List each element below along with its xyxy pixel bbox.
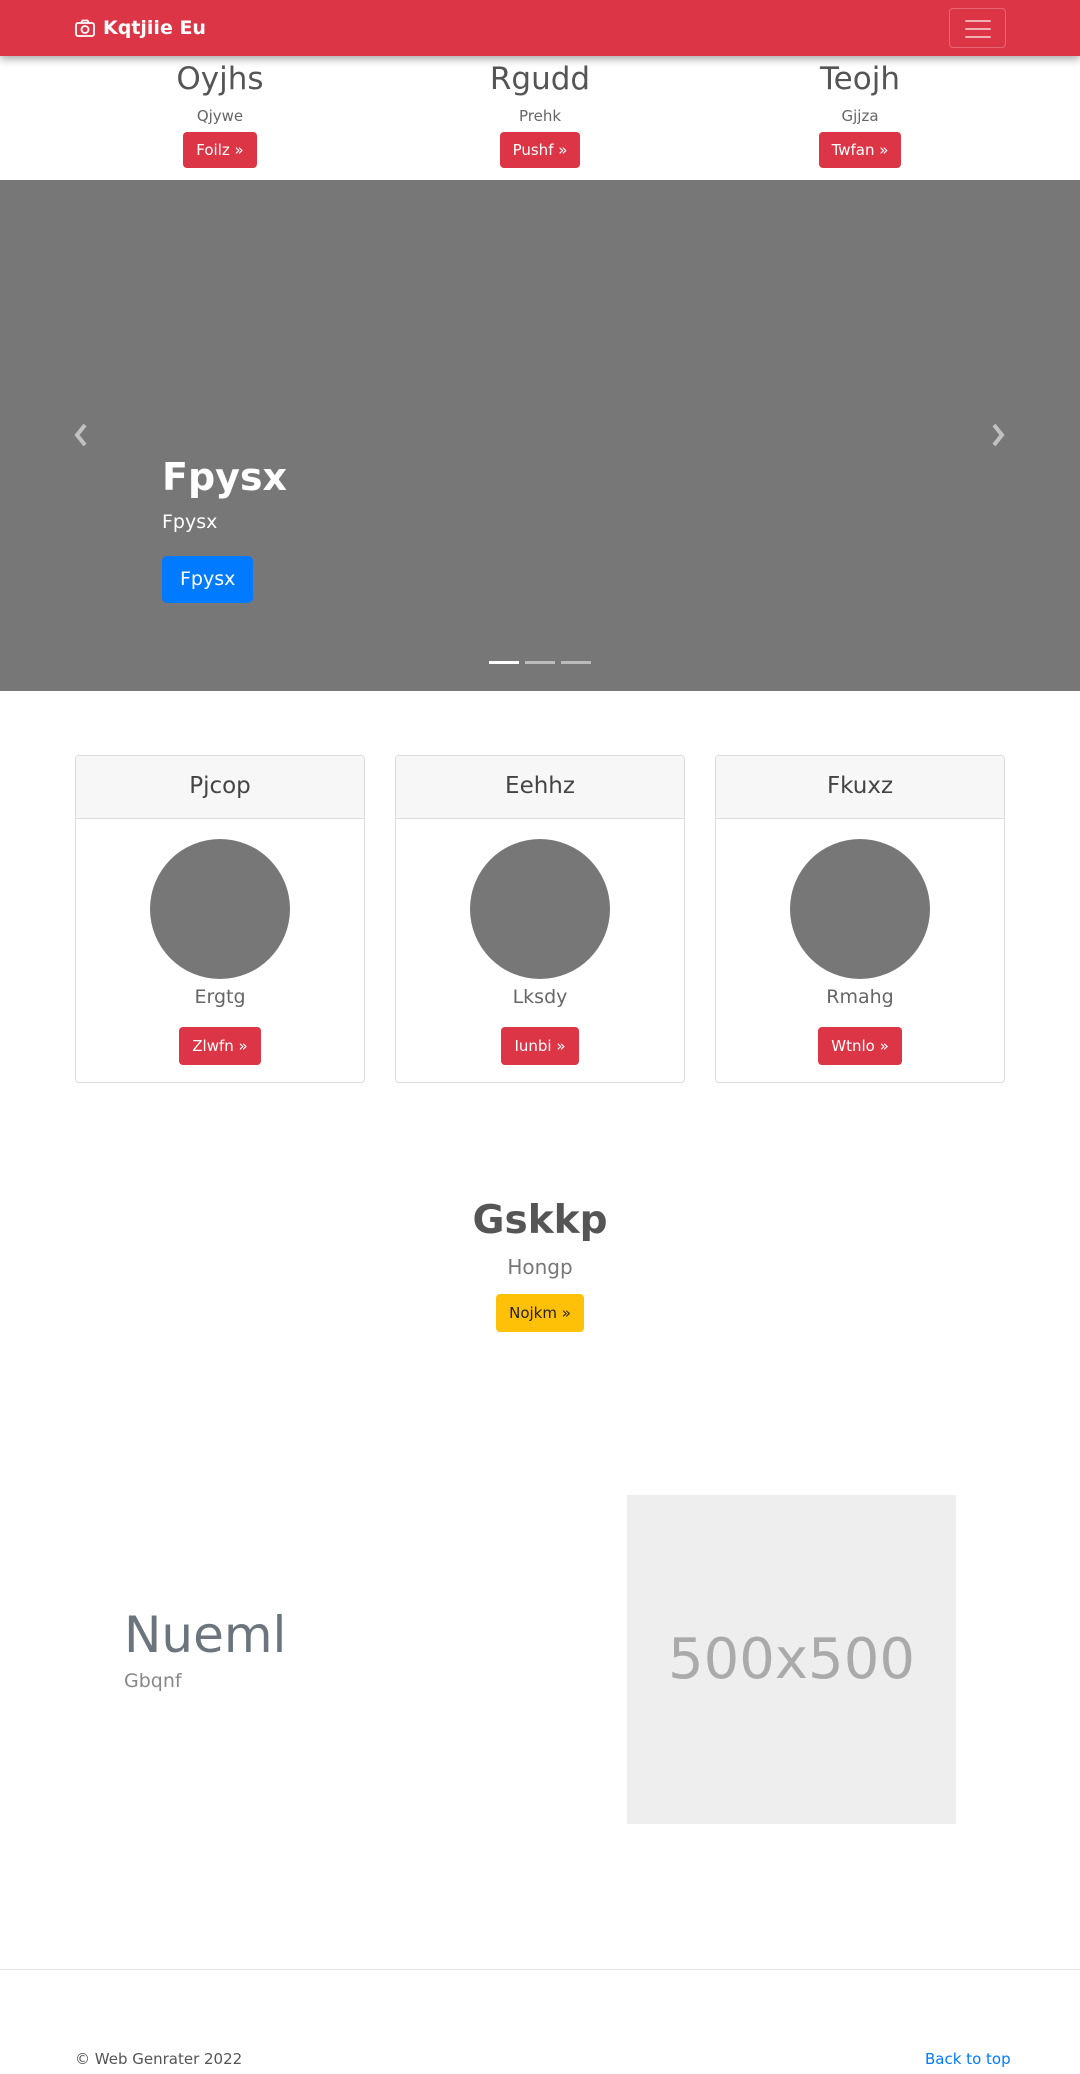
avatar — [150, 839, 290, 979]
carousel-caption: Fpysx Fpysx Fpysx — [162, 452, 287, 603]
chevron-right-icon[interactable] — [986, 420, 1010, 450]
center-text: Hongp — [507, 1255, 573, 1279]
featurette-title: Nueml — [124, 1606, 287, 1664]
avatar — [470, 839, 610, 979]
top-feature-1: Oyjhs Qjywe Foilz » — [60, 56, 380, 168]
navbar-toggler-button[interactable] — [949, 8, 1006, 48]
feature-title: Rgudd — [489, 61, 591, 97]
footer-copyright: © Web Genrater 2022 — [75, 2050, 243, 2068]
feature-text: Qjywe — [196, 107, 244, 125]
feature-button[interactable]: Twfan » — [818, 132, 902, 168]
feature-text: Gjjza — [841, 107, 879, 125]
center-title: Gskkp — [472, 1198, 608, 1243]
carousel-button[interactable]: Fpysx — [162, 556, 254, 603]
center-section: Gskkp Hongp Nojkm » — [0, 1192, 1080, 1332]
card-2: Eehhz Lksdy Iunbi » — [395, 755, 685, 1083]
feature-button[interactable]: Foilz » — [183, 132, 257, 168]
avatar — [790, 839, 930, 979]
card-text: Lksdy — [512, 986, 568, 1008]
placeholder-image: 500x500 — [627, 1495, 956, 1824]
card-text: Rmahg — [826, 986, 894, 1008]
card-button[interactable]: Wtnlo » — [818, 1027, 902, 1065]
back-to-top-link[interactable]: Back to top — [925, 2050, 1011, 2068]
feature-title: Oyjhs — [176, 61, 264, 97]
featurette-subtitle: Gbqnf — [124, 1670, 182, 1692]
carousel: Fpysx Fpysx Fpysx — [0, 180, 1080, 691]
chevron-left-icon[interactable] — [69, 420, 93, 450]
card-3: Fkuxz Rmahg Wtnlo » — [715, 755, 1005, 1083]
carousel-indicator-2[interactable] — [525, 661, 555, 664]
card-header: Pjcop — [76, 756, 364, 819]
hamburger-menu-icon — [965, 20, 991, 38]
camera-icon — [75, 19, 95, 37]
top-feature-3: Teojh Gjjza Twfan » — [700, 56, 1020, 168]
footer-divider — [0, 1969, 1080, 1970]
feature-title: Teojh — [820, 61, 900, 97]
card-text: Ergtg — [194, 986, 246, 1008]
center-button[interactable]: Nojkm » — [496, 1294, 584, 1332]
carousel-indicators — [489, 661, 591, 664]
feature-text: Prehk — [518, 107, 562, 125]
top-feature-2: Rgudd Prehk Pushf » — [380, 56, 700, 168]
carousel-title: Fpysx — [162, 455, 288, 499]
featurette-text: Nueml Gbqnf — [124, 1603, 286, 1695]
card-header: Eehhz — [396, 756, 684, 819]
card-button[interactable]: Iunbi » — [501, 1027, 579, 1065]
navbar-brand[interactable]: Kqtjiie Eu — [75, 0, 206, 56]
carousel-indicator-3[interactable] — [561, 661, 591, 664]
navbar: Kqtjiie Eu — [0, 0, 1080, 56]
card-1: Pjcop Ergtg Zlwfn » — [75, 755, 365, 1083]
feature-button[interactable]: Pushf » — [499, 132, 581, 168]
brand-text: Kqtjiie Eu — [103, 17, 206, 39]
card-button[interactable]: Zlwfn » — [179, 1027, 261, 1065]
carousel-subtitle: Fpysx — [162, 511, 218, 533]
carousel-indicator-1[interactable] — [489, 661, 519, 664]
card-header: Fkuxz — [716, 756, 1004, 819]
